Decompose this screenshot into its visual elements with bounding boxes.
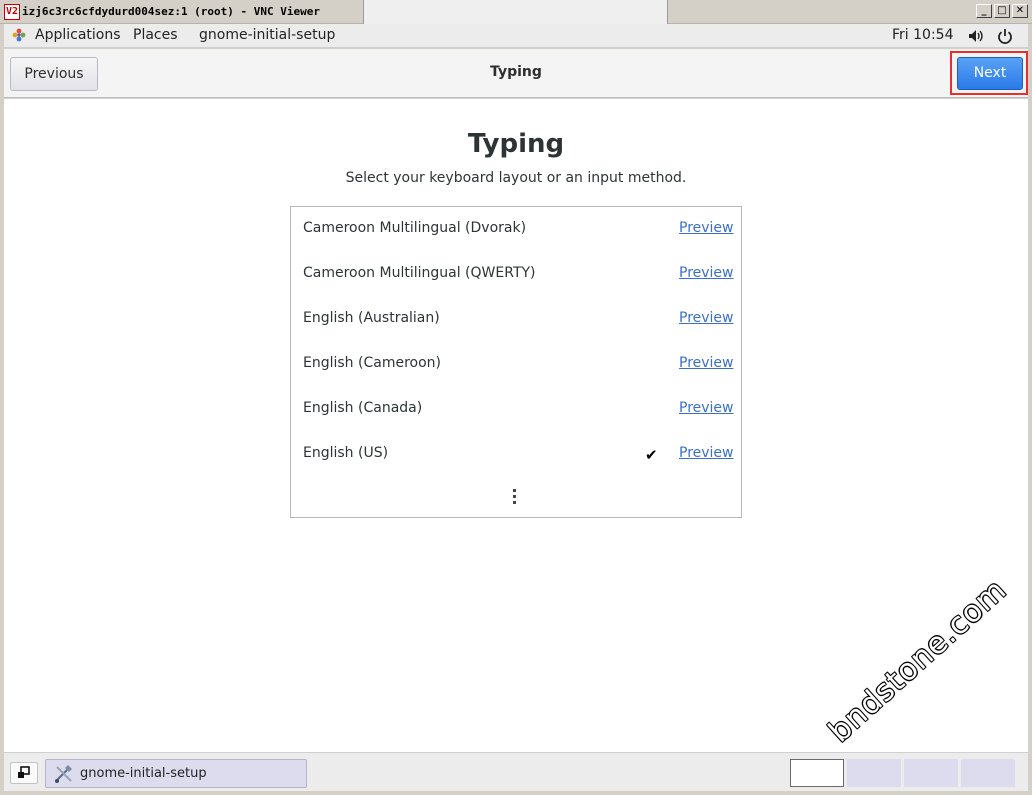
main-content: Typing Select your keyboard layout or an… (4, 99, 1028, 752)
previous-button[interactable]: Previous (10, 57, 98, 91)
preview-link[interactable]: Preview (679, 445, 734, 461)
vnc-window-title: izj6c3rc6cfdydurd004sez:1 (root) - VNC V… (22, 5, 321, 18)
maximize-button[interactable]: □ (994, 4, 1010, 18)
minimize-button[interactable]: _ (976, 4, 992, 18)
setup-tools-icon (55, 765, 72, 783)
workspace-1[interactable] (790, 759, 844, 787)
clock[interactable]: Fri 10:54 (892, 27, 953, 43)
window-frame-right (1028, 24, 1032, 795)
layout-name: English (Australian) (303, 310, 440, 326)
next-button[interactable]: Next (957, 57, 1023, 90)
bottom-taskbar: gnome-initial-setup (4, 752, 1028, 791)
show-desktop-icon (18, 766, 30, 778)
layout-name: Cameroon Multilingual (Dvorak) (303, 220, 527, 236)
volume-icon[interactable] (968, 29, 984, 43)
gnome-top-bar: Applications Places gnome-initial-setup … (4, 24, 1028, 48)
header-bar: Previous Typing Next (4, 49, 1028, 98)
workspace-2[interactable] (847, 759, 901, 787)
layout-row-english-cameroon[interactable]: English (Cameroon) Preview (291, 342, 741, 387)
vnc-title-bar: V2 izj6c3rc6cfdydurd004sez:1 (root) - VN… (0, 0, 1032, 28)
checkmark-icon: ✔ (645, 446, 658, 464)
layout-name: English (US) (303, 445, 389, 461)
preview-link[interactable]: Preview (679, 220, 734, 236)
show-desktop-button[interactable] (10, 762, 38, 784)
vertical-ellipsis-icon[interactable] (513, 489, 517, 507)
vnc-logo-icon: V2 (4, 4, 20, 20)
page-title: Typing (467, 129, 565, 159)
places-menu[interactable]: Places (133, 27, 178, 43)
applications-menu[interactable]: Applications (35, 27, 121, 43)
layout-row-english-us[interactable]: English (US) ✔ Preview (291, 432, 741, 477)
layout-name: English (Cameroon) (303, 355, 441, 371)
layout-row-cameroon-dvorak[interactable]: Cameroon Multilingual (Dvorak) Preview (291, 207, 741, 252)
power-icon[interactable] (997, 28, 1013, 44)
taskbar-item-label: gnome-initial-setup (80, 766, 207, 781)
window-controls: _ □ ✕ (976, 4, 1028, 18)
watermark: bndstone.com (822, 572, 1014, 750)
workspace-4[interactable] (961, 759, 1015, 787)
preview-link[interactable]: Preview (679, 310, 734, 326)
layout-name: English (Canada) (303, 400, 423, 416)
layout-row-english-australian[interactable]: English (Australian) Preview (291, 297, 741, 342)
header-title: Typing (490, 64, 542, 80)
page-subtitle: Select your keyboard layout or an input … (345, 170, 687, 186)
close-button[interactable]: ✕ (1012, 4, 1028, 18)
layout-row-cameroon-qwerty[interactable]: Cameroon Multilingual (QWERTY) Preview (291, 252, 741, 297)
preview-link[interactable]: Preview (679, 400, 734, 416)
taskbar-item-gnome-initial-setup[interactable]: gnome-initial-setup (45, 759, 307, 788)
preview-link[interactable]: Preview (679, 265, 734, 281)
layout-row-english-canada[interactable]: English (Canada) Preview (291, 387, 741, 432)
keyboard-layout-list: Cameroon Multilingual (Dvorak) Preview C… (290, 206, 742, 518)
layout-name: Cameroon Multilingual (QWERTY) (303, 265, 536, 281)
preview-link[interactable]: Preview (679, 355, 734, 371)
workspace-3[interactable] (904, 759, 958, 787)
window-frame-bottom (0, 791, 1032, 795)
applications-icon (12, 28, 26, 42)
app-menu-gnome-initial-setup[interactable]: gnome-initial-setup (199, 27, 335, 43)
